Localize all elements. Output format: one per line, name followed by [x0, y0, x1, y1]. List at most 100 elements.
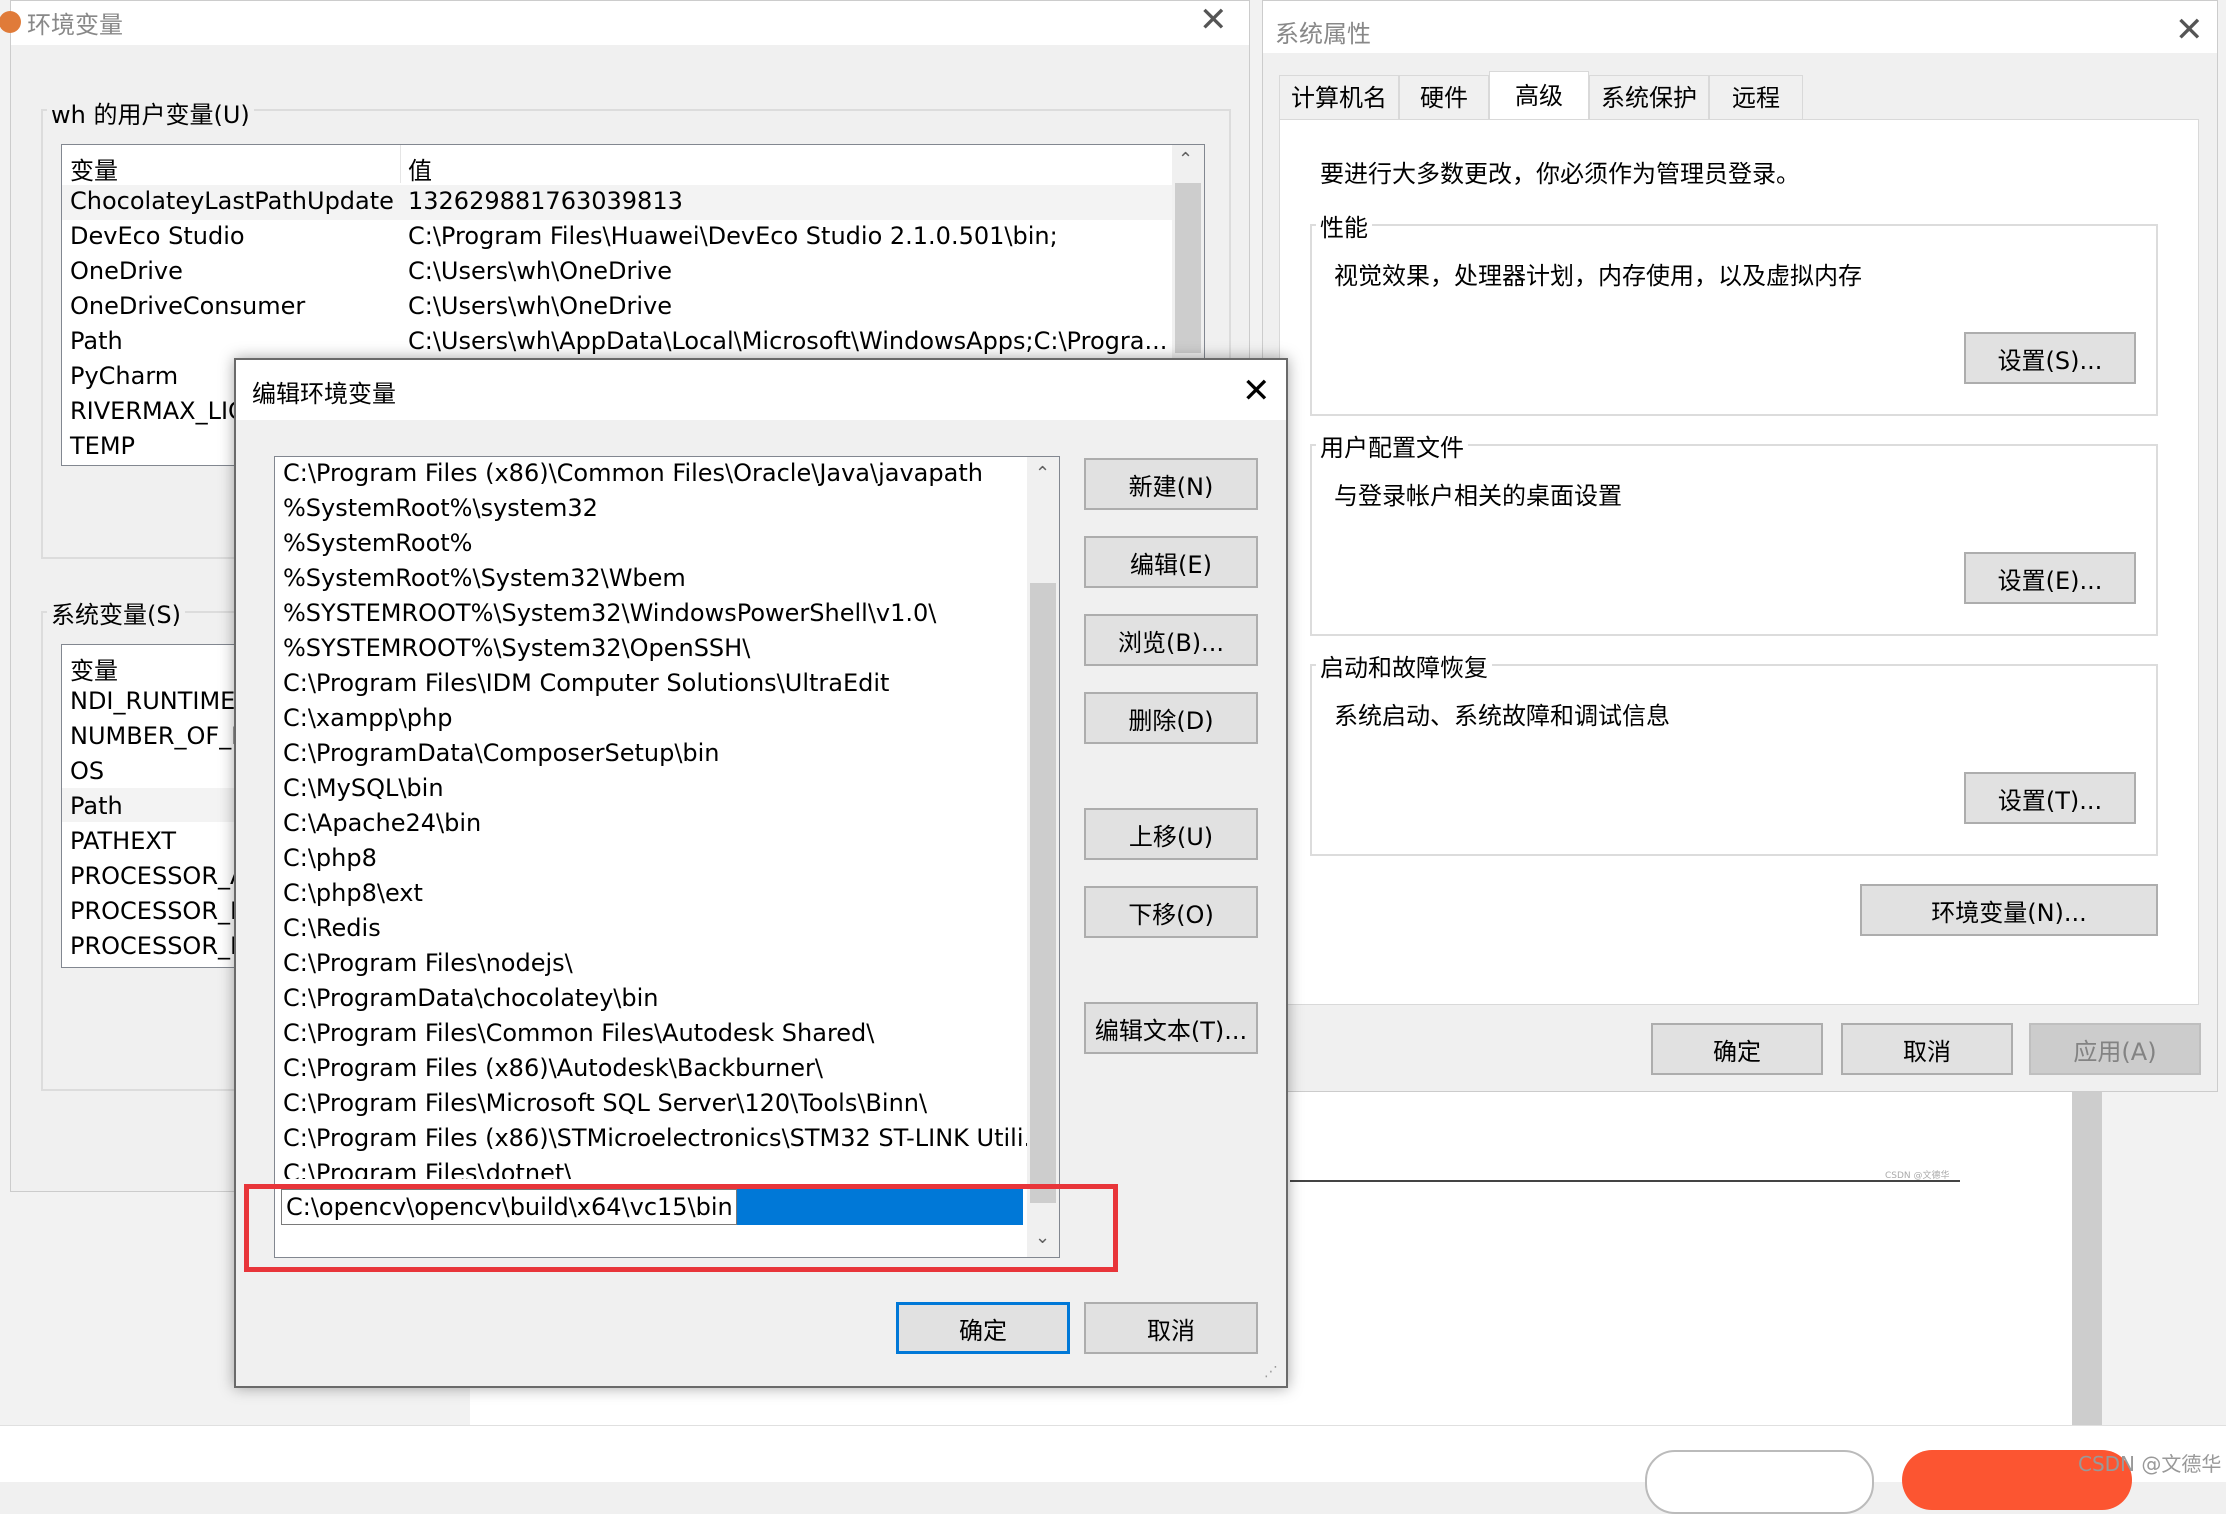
background-save-draft-button[interactable]: [1645, 1450, 1874, 1514]
table-row[interactable]: C:\Users\wh\AppData\Local\Microsoft\Wind…: [408, 327, 1167, 355]
table-row[interactable]: Path: [70, 327, 123, 355]
edit-cancel-button[interactable]: 取消: [1084, 1302, 1258, 1354]
table-row[interactable]: PATHEXT: [70, 827, 176, 855]
user-vars-scroll-thumb[interactable]: [1175, 183, 1201, 353]
scroll-up-icon[interactable]: ⌃: [1035, 463, 1050, 484]
table-row[interactable]: Path: [70, 792, 123, 820]
table-row[interactable]: RIVERMAX_LIC: [70, 397, 245, 425]
user-profile-desc: 与登录帐户相关的桌面设置: [1334, 482, 1622, 510]
tab-strip: 计算机名 硬件 高级 系统保护 远程: [1279, 71, 2199, 120]
sys-props-close-icon[interactable]: ✕: [2175, 13, 2204, 47]
tab-remote[interactable]: 远程: [1709, 75, 1803, 120]
env-window-title: 环境变量: [27, 11, 123, 39]
sys-vars-header-var[interactable]: 变量: [70, 651, 118, 686]
user-vars-label: wh 的用户变量(U): [47, 95, 254, 130]
edit-dialog-close-icon[interactable]: ✕: [1242, 374, 1271, 408]
move-up-button[interactable]: 上移(U): [1084, 808, 1258, 860]
move-down-button[interactable]: 下移(O): [1084, 886, 1258, 938]
list-item[interactable]: C:\Program Files\nodejs\: [283, 949, 573, 977]
admin-note: 要进行大多数更改，你必须作为管理员登录。: [1320, 160, 1800, 188]
user-vars-header-val[interactable]: 值: [408, 151, 432, 186]
table-row[interactable]: OneDriveConsumer: [70, 292, 305, 320]
tab-advanced[interactable]: 高级: [1489, 71, 1589, 120]
list-item[interactable]: C:\Program Files\Microsoft SQL Server\12…: [283, 1089, 927, 1117]
table-row[interactable]: DevEco Studio: [70, 222, 245, 250]
edit-dialog-title: 编辑环境变量: [252, 380, 396, 408]
startup-recovery-desc: 系统启动、系统故障和调试信息: [1334, 702, 1670, 730]
performance-settings-button[interactable]: 设置(S)...: [1964, 332, 2136, 384]
sys-props-apply-button[interactable]: 应用(A): [2029, 1023, 2201, 1075]
startup-recovery-group: [1310, 664, 2158, 856]
background-scrollbar: [2072, 1090, 2102, 1425]
table-row[interactable]: 132629881763039813: [408, 187, 683, 215]
list-item[interactable]: C:\ProgramData\chocolatey\bin: [283, 984, 659, 1012]
table-row[interactable]: ChocolateyLastPathUpdate: [70, 187, 394, 215]
sys-props-window: 系统属性 ✕ 计算机名 硬件 高级 系统保护 远程 要进行大多数更改，你必须作为…: [1262, 0, 2218, 1092]
tab-computer-name[interactable]: 计算机名: [1279, 75, 1399, 120]
table-row[interactable]: NUMBER_OF_P: [70, 722, 246, 750]
performance-label: 性能: [1316, 208, 1372, 243]
list-item[interactable]: C:\Apache24\bin: [283, 809, 481, 837]
performance-group: [1310, 224, 2158, 416]
user-vars-header-var[interactable]: 变量: [70, 151, 118, 186]
browse-button[interactable]: 浏览(B)...: [1084, 614, 1258, 666]
sys-props-ok-button[interactable]: 确定: [1651, 1023, 1823, 1075]
env-vars-button[interactable]: 环境变量(N)...: [1860, 884, 2158, 936]
path-list-scroll-thumb[interactable]: [1030, 583, 1056, 1203]
user-profile-label: 用户配置文件: [1316, 428, 1468, 463]
env-window-close-icon[interactable]: ✕: [1199, 3, 1228, 37]
table-row[interactable]: OS: [70, 757, 104, 785]
table-row[interactable]: OneDrive: [70, 257, 183, 285]
header-divider: [400, 145, 401, 183]
table-row[interactable]: PROCESSOR_ID: [70, 897, 256, 925]
edit-env-dialog: 编辑环境变量 ✕ C:\Program Files (x86)\Common F…: [234, 358, 1288, 1388]
edit-text-button[interactable]: 编辑文本(T)...: [1084, 1002, 1258, 1054]
list-item[interactable]: C:\ProgramData\ComposerSetup\bin: [283, 739, 720, 767]
table-row[interactable]: C:\Users\wh\OneDrive: [408, 257, 672, 285]
edit-ok-button[interactable]: 确定: [896, 1302, 1070, 1354]
list-item[interactable]: C:\xampp\php: [283, 704, 452, 732]
sys-props-cancel-button[interactable]: 取消: [1841, 1023, 2013, 1075]
list-item[interactable]: %SYSTEMROOT%\System32\OpenSSH\: [283, 634, 750, 662]
list-item[interactable]: %SystemRoot%\system32: [283, 494, 598, 522]
annotation-box: [244, 1184, 1118, 1272]
startup-recovery-label: 启动和故障恢复: [1316, 648, 1492, 683]
edit-button[interactable]: 编辑(E): [1084, 536, 1258, 588]
performance-desc: 视觉效果，处理器计划，内存使用，以及虚拟内存: [1334, 262, 1862, 290]
list-item[interactable]: C:\Program Files\Common Files\Autodesk S…: [283, 1019, 874, 1047]
tab-panel: 要进行大多数更改，你必须作为管理员登录。 性能 视觉效果，处理器计划，内存使用，…: [1279, 119, 2199, 1005]
table-row[interactable]: TEMP: [70, 432, 135, 460]
table-row[interactable]: NDI_RUNTIME: [70, 687, 235, 715]
sys-props-titlebar: [1263, 1, 2217, 53]
list-item[interactable]: C:\Program Files\dotnet\: [283, 1159, 572, 1179]
list-item[interactable]: C:\Program Files (x86)\Common Files\Orac…: [283, 459, 983, 487]
app-icon: [0, 11, 21, 33]
table-row[interactable]: PROCESSOR_L: [70, 932, 243, 960]
path-list[interactable]: C:\Program Files (x86)\Common Files\Orac…: [274, 456, 1060, 1258]
list-item[interactable]: %SystemRoot%: [283, 529, 472, 557]
tab-system-protection[interactable]: 系统保护: [1589, 75, 1709, 120]
new-button[interactable]: 新建(N): [1084, 458, 1258, 510]
list-item[interactable]: %SystemRoot%\System32\Wbem: [283, 564, 686, 592]
resize-grip-icon[interactable]: ⋰: [1264, 1364, 1278, 1380]
list-item[interactable]: C:\Program Files (x86)\STMicroelectronic…: [283, 1124, 1046, 1152]
startup-recovery-settings-button[interactable]: 设置(T)...: [1964, 772, 2136, 824]
background-bottom-bar: [0, 1425, 2226, 1482]
tab-hardware[interactable]: 硬件: [1399, 75, 1489, 120]
list-item[interactable]: C:\php8\ext: [283, 879, 423, 907]
list-item[interactable]: C:\php8: [283, 844, 377, 872]
scroll-up-icon[interactable]: ⌃: [1178, 149, 1193, 170]
background-rule-line: [1290, 1180, 1960, 1182]
table-row[interactable]: PROCESSOR_A: [70, 862, 246, 890]
user-profile-group: [1310, 444, 2158, 636]
list-item[interactable]: C:\Program Files (x86)\Autodesk\Backburn…: [283, 1054, 823, 1082]
user-profile-settings-button[interactable]: 设置(E)...: [1964, 552, 2136, 604]
table-row[interactable]: C:\Users\wh\OneDrive: [408, 292, 672, 320]
table-row[interactable]: PyCharm: [70, 362, 178, 390]
list-item[interactable]: C:\Redis: [283, 914, 381, 942]
list-item[interactable]: %SYSTEMROOT%\System32\WindowsPowerShell\…: [283, 599, 936, 627]
table-row[interactable]: C:\Program Files\Huawei\DevEco Studio 2.…: [408, 222, 1058, 250]
list-item[interactable]: C:\MySQL\bin: [283, 774, 444, 802]
list-item[interactable]: C:\Program Files\IDM Computer Solutions\…: [283, 669, 889, 697]
delete-button[interactable]: 删除(D): [1084, 692, 1258, 744]
